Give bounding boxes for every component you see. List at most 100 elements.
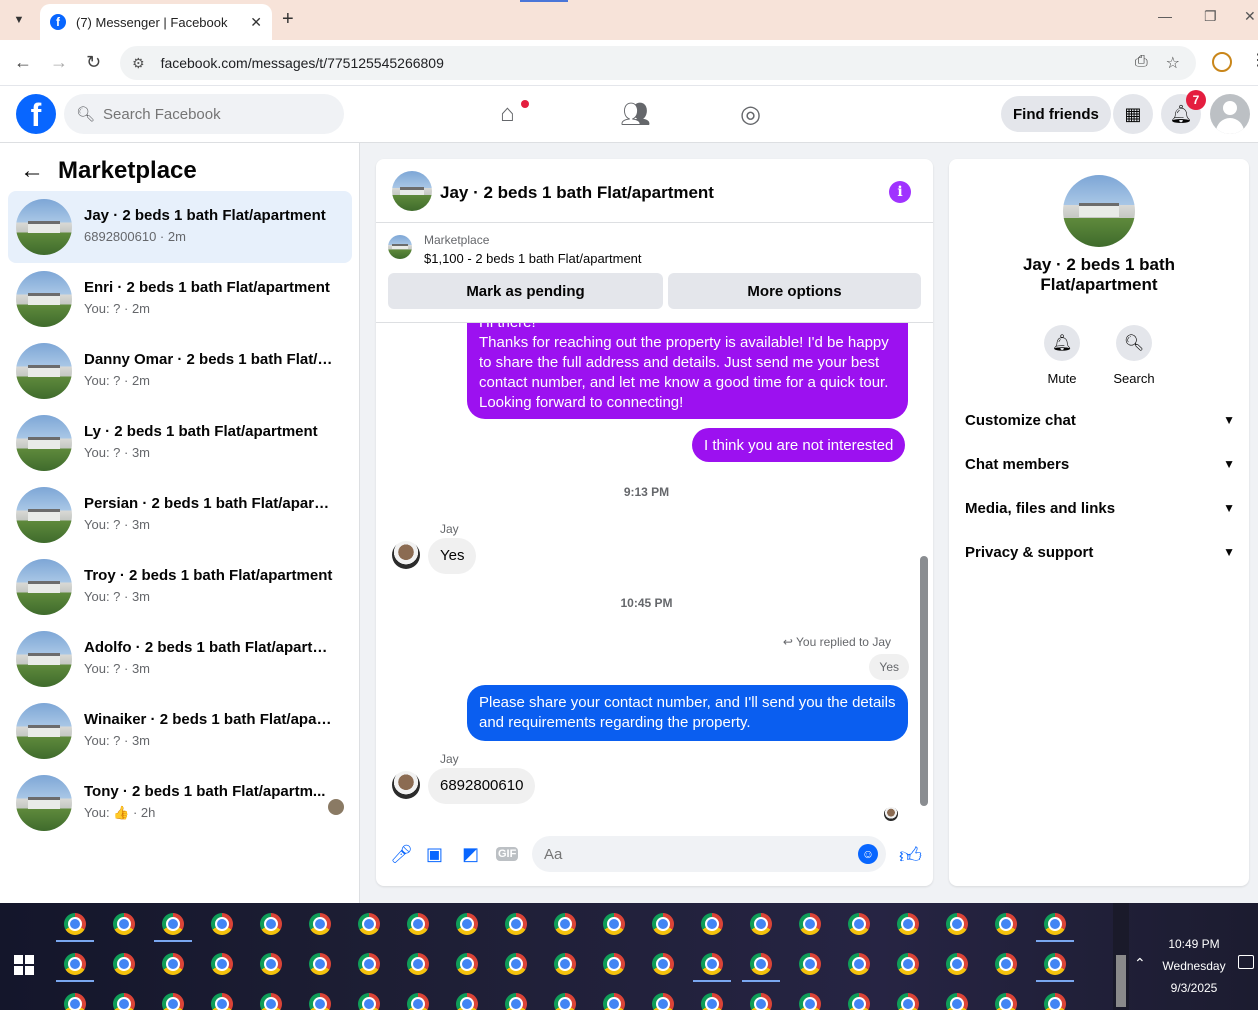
chrome-taskbar-icon[interactable] xyxy=(260,953,282,975)
microphone-icon[interactable]: 🎤︎ xyxy=(390,844,413,865)
account-avatar[interactable] xyxy=(1210,94,1250,134)
home-icon[interactable]: ⌂ xyxy=(500,100,515,128)
chrome-taskbar-icon[interactable] xyxy=(652,913,674,935)
chrome-taskbar-icon[interactable] xyxy=(309,913,331,935)
search-button[interactable]: 🔍︎ Search xyxy=(1104,325,1164,386)
chrome-taskbar-icon[interactable] xyxy=(603,953,625,975)
new-tab-icon[interactable]: + xyxy=(282,8,294,31)
chrome-taskbar-icon[interactable] xyxy=(505,913,527,935)
chrome-taskbar-icon[interactable] xyxy=(260,913,282,935)
chrome-taskbar-icon[interactable] xyxy=(995,953,1017,975)
gif-icon[interactable]: GIF xyxy=(496,847,519,861)
chrome-taskbar-icon[interactable] xyxy=(701,913,723,935)
chrome-taskbar-icon[interactable] xyxy=(1044,913,1066,935)
chat-avatar[interactable] xyxy=(392,171,432,211)
media-files-links-section[interactable]: Media, files and links ▼ xyxy=(965,488,1235,528)
message-input-box[interactable]: ☺ xyxy=(532,836,886,872)
conversation-item[interactable]: Tony · 2 beds 1 bath Flat/apartm... You:… xyxy=(8,767,352,839)
mute-button[interactable]: 🔔︎ Mute xyxy=(1032,325,1092,386)
chrome-taskbar-icon[interactable] xyxy=(113,993,135,1010)
jay-avatar[interactable] xyxy=(392,771,420,799)
conversation-item[interactable]: Enri · 2 beds 1 bath Flat/apartment You:… xyxy=(8,263,352,335)
mark-as-pending-button[interactable]: Mark as pending xyxy=(388,273,663,309)
tab-close-icon[interactable]: ✕ xyxy=(250,14,262,31)
conversation-item[interactable]: Adolfo · 2 beds 1 bath Flat/apartm... Yo… xyxy=(8,623,352,695)
chrome-taskbar-icon[interactable] xyxy=(848,953,870,975)
chrome-taskbar-icon[interactable] xyxy=(554,913,576,935)
chrome-taskbar-icon[interactable] xyxy=(603,993,625,1010)
minimize-icon[interactable]: — xyxy=(1158,8,1172,24)
chrome-taskbar-icon[interactable] xyxy=(64,993,86,1010)
chrome-taskbar-icon[interactable] xyxy=(995,913,1017,935)
chrome-taskbar-icon[interactable] xyxy=(848,993,870,1010)
browser-profile-icon[interactable] xyxy=(1212,52,1232,72)
chrome-taskbar-icon[interactable] xyxy=(162,953,184,975)
chrome-taskbar-icon[interactable] xyxy=(799,953,821,975)
chrome-taskbar-icon[interactable] xyxy=(1044,953,1066,975)
chrome-taskbar-icon[interactable] xyxy=(897,993,919,1010)
chrome-taskbar-icon[interactable] xyxy=(358,993,380,1010)
chrome-taskbar-icon[interactable] xyxy=(799,993,821,1010)
chrome-taskbar-icon[interactable] xyxy=(358,913,380,935)
sticker-icon[interactable]: ◩ xyxy=(462,844,479,865)
chrome-taskbar-icon[interactable] xyxy=(995,993,1017,1010)
taskbar-scrollbar[interactable] xyxy=(1113,903,1129,1010)
chrome-taskbar-icon[interactable] xyxy=(603,913,625,935)
chrome-taskbar-icon[interactable] xyxy=(750,993,772,1010)
system-clock[interactable]: 10:49 PM Wednesday 9/3/2025 xyxy=(1156,933,1232,999)
chrome-taskbar-icon[interactable] xyxy=(309,993,331,1010)
message-input[interactable] xyxy=(544,845,844,863)
chrome-taskbar-icon[interactable] xyxy=(505,993,527,1010)
chrome-taskbar-icon[interactable] xyxy=(162,993,184,1010)
find-friends-button[interactable]: Find friends xyxy=(1001,96,1111,132)
chrome-taskbar-icon[interactable] xyxy=(64,953,86,975)
chrome-taskbar-icon[interactable] xyxy=(897,953,919,975)
privacy-support-section[interactable]: Privacy & support ▼ xyxy=(965,532,1235,572)
tray-chevron-up-icon[interactable]: ⌃ xyxy=(1134,955,1146,972)
reload-icon[interactable]: ↻ xyxy=(86,52,101,73)
chat-scrollbar-thumb[interactable] xyxy=(920,556,928,806)
chrome-taskbar-icon[interactable] xyxy=(750,953,772,975)
facebook-search[interactable]: 🔍︎ xyxy=(64,94,344,134)
chat-members-section[interactable]: Chat members ▼ xyxy=(965,444,1235,484)
chrome-taskbar-icon[interactable] xyxy=(1044,993,1066,1010)
chrome-taskbar-icon[interactable] xyxy=(897,913,919,935)
site-settings-icon[interactable]: ⚙ xyxy=(132,55,145,72)
browser-menu-icon[interactable]: ⋮ xyxy=(1250,50,1258,70)
more-options-button[interactable]: More options xyxy=(668,273,921,309)
chrome-taskbar-icon[interactable] xyxy=(64,913,86,935)
chrome-taskbar-icon[interactable] xyxy=(113,953,135,975)
chrome-taskbar-icon[interactable] xyxy=(946,913,968,935)
facebook-search-input[interactable] xyxy=(103,105,324,123)
chrome-taskbar-icon[interactable] xyxy=(946,993,968,1010)
photo-icon[interactable]: ▣ xyxy=(426,844,443,865)
chrome-taskbar-icon[interactable] xyxy=(358,953,380,975)
jay-avatar[interactable] xyxy=(392,541,420,569)
chrome-taskbar-icon[interactable] xyxy=(701,993,723,1010)
conversation-item[interactable]: Ly · 2 beds 1 bath Flat/apartment You: ?… xyxy=(8,407,352,479)
back-arrow-icon[interactable]: ← xyxy=(14,52,32,73)
friends-icon[interactable]: 👥︎ xyxy=(620,100,650,129)
windows-start-icon[interactable] xyxy=(14,955,34,975)
chrome-taskbar-icon[interactable] xyxy=(554,993,576,1010)
chrome-taskbar-icon[interactable] xyxy=(211,913,233,935)
chrome-taskbar-icon[interactable] xyxy=(652,953,674,975)
chat-title[interactable]: Jay · 2 beds 1 bath Flat/apartment xyxy=(440,183,714,203)
info-icon[interactable]: i xyxy=(889,181,911,203)
chrome-taskbar-icon[interactable] xyxy=(211,993,233,1010)
menu-grid-icon[interactable]: ▦ xyxy=(1113,94,1153,134)
chrome-taskbar-icon[interactable] xyxy=(407,913,429,935)
chrome-taskbar-icon[interactable] xyxy=(848,913,870,935)
chrome-taskbar-icon[interactable] xyxy=(211,953,233,975)
install-app-icon[interactable]: ⎙ xyxy=(1135,53,1148,73)
chrome-taskbar-icon[interactable] xyxy=(309,953,331,975)
forward-arrow-icon[interactable]: → xyxy=(50,52,68,73)
emoji-icon[interactable]: ☺ xyxy=(858,844,878,864)
address-bar[interactable]: ⚙ facebook.com/messages/t/77512554526680… xyxy=(120,46,1196,80)
browser-tab-active[interactable]: f (7) Messenger | Facebook ✕ xyxy=(40,4,272,40)
chrome-taskbar-icon[interactable] xyxy=(750,913,772,935)
chrome-taskbar-icon[interactable] xyxy=(456,993,478,1010)
groups-icon[interactable]: ◎ xyxy=(740,100,761,129)
listing-thumbnail[interactable] xyxy=(388,235,412,259)
chrome-taskbar-icon[interactable] xyxy=(554,953,576,975)
